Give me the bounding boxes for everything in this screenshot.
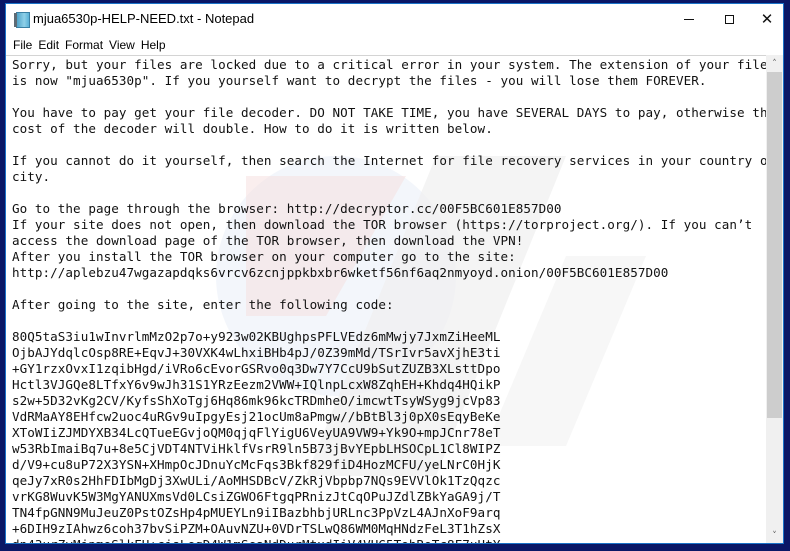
text-line: qeJy7xR0s2HhFDIbMgDj3XwULi/AoMHSDBcV/ZkR… bbox=[12, 473, 501, 488]
desktop-background: mjua6530p-HELP-NEED.txt - Notepad ✕ File… bbox=[0, 0, 790, 551]
text-line: Hctl3VJGQe8LTfxY6v9wJh31S1YRzEezm2VWW+IQ… bbox=[12, 377, 501, 392]
text-line: XToWIiZJMDYXB34LcQTueEGvjoQM0qjqFlYigU6V… bbox=[12, 425, 501, 440]
text-line bbox=[12, 137, 766, 153]
text-line: After going to the site, enter the follo… bbox=[12, 297, 394, 312]
scroll-up-button[interactable]: ˄ bbox=[766, 55, 783, 72]
text-line bbox=[12, 313, 766, 329]
text-line: OjbAJYdqlcOsp8RE+EqvJ+30VXK4wLhxiBHb4pJ/… bbox=[12, 345, 501, 360]
menu-bar: File Edit Format View Help bbox=[6, 35, 783, 55]
title-bar[interactable]: mjua6530p-HELP-NEED.txt - Notepad ✕ bbox=[6, 4, 783, 35]
text-line: 80Q5taS3iu1wInvrlmMzO2p7o+y923w02KBUghps… bbox=[12, 329, 501, 344]
menu-help[interactable]: Help bbox=[138, 38, 169, 52]
menu-file[interactable]: File bbox=[10, 38, 35, 52]
text-line: +GY1rzxOvxI1zqibHgd/iVRo6cEvorGSRvo0q3Dw… bbox=[12, 361, 501, 376]
text-line: is now "mjua6530p". If you yourself want… bbox=[12, 73, 707, 88]
text-line bbox=[12, 89, 766, 105]
text-line: dn43urZyMjpmoSlkFH+cjsLegD4W1mSeaNdDurMt… bbox=[12, 537, 766, 543]
text-line: cost of the decoder will double. How to … bbox=[12, 121, 493, 136]
chevron-down-icon: ˅ bbox=[772, 530, 777, 541]
menu-format[interactable]: Format bbox=[62, 38, 106, 52]
text-line: access the download page of the TOR brow… bbox=[12, 233, 524, 248]
text-line: You have to pay get your file decoder. D… bbox=[12, 105, 766, 120]
text-line: d/V9+cu8uP72X3YSN+XHmpOcJDnuYcMcFqs3Bkf8… bbox=[12, 457, 501, 472]
scrollbar-thumb[interactable] bbox=[767, 72, 782, 418]
text-line bbox=[12, 281, 766, 297]
text-line bbox=[12, 185, 766, 201]
notepad-app-icon bbox=[14, 12, 30, 28]
notepad-window: mjua6530p-HELP-NEED.txt - Notepad ✕ File… bbox=[5, 3, 784, 544]
scroll-down-button[interactable]: ˅ bbox=[766, 527, 783, 543]
close-icon: ✕ bbox=[760, 10, 774, 28]
text-line: Sorry, but your files are locked due to … bbox=[12, 57, 766, 72]
text-line: TN4fpGNN9MuJeuZ0PstOZsHp4pMUEYLn9iIBazbh… bbox=[12, 505, 501, 520]
text-line: If your site does not open, then downloa… bbox=[12, 217, 753, 232]
window-title: mjua6530p-HELP-NEED.txt - Notepad bbox=[33, 11, 255, 26]
text-line: city. bbox=[12, 169, 51, 184]
menu-view[interactable]: View bbox=[106, 38, 138, 52]
minimize-icon bbox=[684, 19, 694, 20]
text-line: VdRMaAY8EHfcw2uoc4uRGv9uIpgyEsj21ocUm8aP… bbox=[12, 409, 501, 424]
vertical-scrollbar[interactable]: ˄ ˅ bbox=[766, 55, 783, 543]
text-line: Go to the page through the browser: http… bbox=[12, 201, 562, 216]
chevron-up-icon: ˄ bbox=[772, 58, 777, 69]
text-line: vrKG8WuvK5W3MgYANUXmsVd0LCsiZGWO6FtgqPRn… bbox=[12, 489, 501, 504]
text-line: w53RbImaiBq7u+8e5CjVDT4NTViHklfVsrR9ln5B… bbox=[12, 441, 501, 456]
text-line: If you cannot do it yourself, then searc… bbox=[12, 153, 766, 168]
text-line: After you install the TOR browser on you… bbox=[12, 249, 516, 264]
maximize-icon bbox=[724, 15, 734, 24]
text-line: http://aplebzu47wgazapdqks6vrcv6zcnjppkb… bbox=[12, 265, 669, 280]
text-line: s2w+5D32vKg2CV/KyfsShXoTgj6Hq86mk96kcTRD… bbox=[12, 393, 501, 408]
text-line: +6DIH9zIAhwz6coh37bvSiPZM+OAuvNZU+0VDrTS… bbox=[12, 521, 501, 536]
menu-edit[interactable]: Edit bbox=[35, 38, 62, 52]
close-button[interactable]: ✕ bbox=[744, 4, 783, 35]
text-editor-area[interactable]: Sorry, but your files are locked due to … bbox=[6, 55, 766, 543]
document-text[interactable]: Sorry, but your files are locked due to … bbox=[12, 57, 766, 543]
